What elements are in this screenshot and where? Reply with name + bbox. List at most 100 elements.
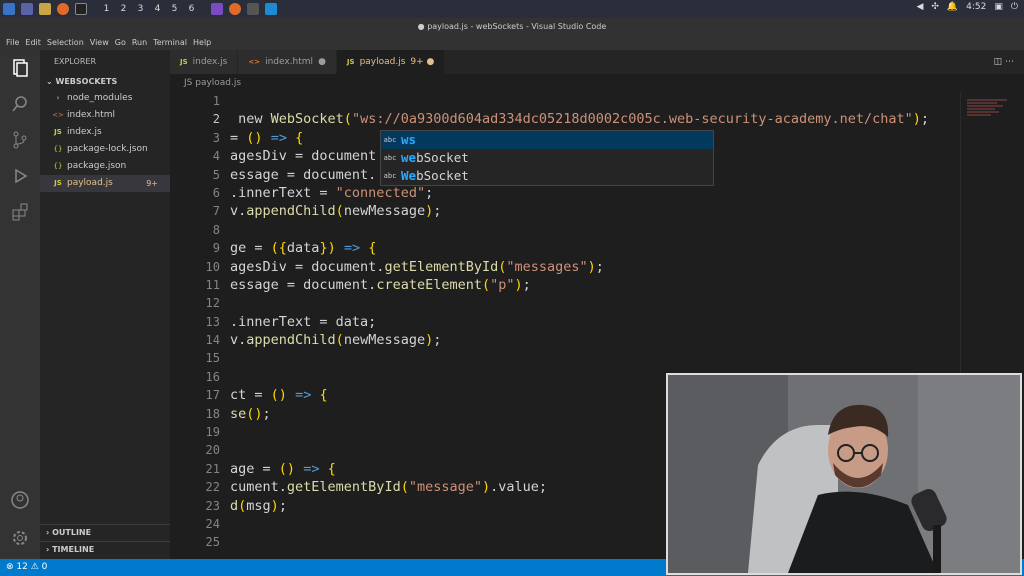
file-label: node_modules bbox=[67, 93, 133, 103]
code-line[interactable]: new WebSocket("ws://0a9300d604ad334dc052… bbox=[230, 110, 929, 128]
line-number: 1 bbox=[212, 94, 220, 108]
breadcrumb[interactable]: JS payload.js bbox=[170, 74, 241, 92]
file-payload-js[interactable]: JS payload.js 9+ bbox=[40, 175, 170, 192]
workspace-5[interactable]: 5 bbox=[166, 4, 183, 14]
file-index-js[interactable]: JS index.js bbox=[40, 124, 170, 141]
line-number: 3 bbox=[212, 130, 220, 145]
code-line[interactable]: ge = ({data}) => { bbox=[230, 239, 929, 257]
timeline-section[interactable]: › TIMELINE bbox=[40, 541, 170, 557]
text-kind-icon: abc bbox=[383, 136, 397, 144]
source-control-icon[interactable] bbox=[10, 130, 30, 150]
chevron-right-icon: › bbox=[56, 94, 60, 102]
tab-status[interactable]: 9+ ● bbox=[410, 50, 434, 74]
code-line[interactable] bbox=[230, 349, 929, 367]
firefox-icon[interactable] bbox=[57, 3, 69, 15]
search-icon[interactable] bbox=[10, 94, 30, 114]
window-title: ● payload.js - webSockets - Visual Studi… bbox=[0, 18, 1024, 36]
outline-section[interactable]: › OUTLINE bbox=[40, 524, 170, 540]
code-line[interactable]: .innerText = data; bbox=[230, 313, 929, 331]
tab-payload-js[interactable]: JS payload.js 9+ ● bbox=[336, 50, 446, 74]
line-number: 19 bbox=[205, 425, 220, 440]
line-number: 13 bbox=[205, 314, 220, 329]
code-line[interactable]: v.appendChild(newMessage); bbox=[230, 331, 929, 349]
run-debug-icon[interactable] bbox=[10, 166, 30, 186]
tab-index-js[interactable]: JS index.js bbox=[170, 50, 239, 74]
suggestion-rest: bSocket bbox=[416, 150, 469, 165]
code-line[interactable]: .innerText = "connected"; bbox=[230, 184, 929, 202]
workspace-4[interactable]: 4 bbox=[149, 4, 166, 14]
workspace-6[interactable]: 6 bbox=[183, 4, 200, 14]
suggestion-item[interactable]: abc ws bbox=[381, 131, 713, 149]
menu-bar: File Edit Selection View Go Run Terminal… bbox=[0, 36, 1024, 50]
workspace-2[interactable]: 2 bbox=[115, 4, 132, 14]
minimap-line bbox=[967, 102, 997, 104]
suggestion-match: ws bbox=[401, 132, 417, 147]
project-folder[interactable]: ⌄ WEBSOCKETS bbox=[40, 74, 170, 90]
menu-edit[interactable]: Edit bbox=[25, 36, 41, 50]
folder-icon[interactable] bbox=[39, 3, 51, 15]
menu-view[interactable]: View bbox=[90, 36, 109, 50]
code-line[interactable]: agesDiv = document.getElementById("messa… bbox=[230, 258, 929, 276]
volume-icon[interactable]: ◀ bbox=[916, 2, 923, 12]
line-number: 11 bbox=[205, 277, 220, 292]
workspace-1[interactable]: 1 bbox=[98, 4, 115, 14]
timeline-label: TIMELINE bbox=[52, 545, 95, 554]
code-line[interactable]: essage = document.createElement("p"); bbox=[230, 276, 929, 294]
file-label: package-lock.json bbox=[67, 144, 148, 154]
file-package-lock-json[interactable]: {} package-lock.json bbox=[40, 141, 170, 158]
js-file-icon: JS bbox=[54, 179, 62, 187]
window-icon[interactable] bbox=[247, 3, 259, 15]
menu-help[interactable]: Help bbox=[193, 36, 211, 50]
line-number: 18 bbox=[205, 406, 220, 421]
file-label: index.html bbox=[67, 110, 115, 120]
power-icon[interactable]: ⏻ bbox=[1011, 2, 1018, 12]
notification-icon[interactable]: 🔔 bbox=[947, 2, 958, 12]
app-menu-icon[interactable] bbox=[3, 3, 15, 15]
suggestion-item[interactable]: abc we bSocket bbox=[381, 149, 713, 167]
network-icon[interactable]: ✣ bbox=[931, 2, 939, 12]
code-line[interactable] bbox=[230, 221, 929, 239]
editor-tabs: JS index.js <> index.html ● JS payload.js 9+ … bbox=[170, 50, 1024, 74]
minimap-line bbox=[967, 99, 1007, 101]
json-file-icon: {} bbox=[53, 162, 63, 170]
lock-icon[interactable]: ▣ bbox=[994, 2, 1003, 12]
settings-gear-icon[interactable] bbox=[10, 528, 30, 548]
extensions-icon[interactable] bbox=[10, 202, 30, 222]
tab-label: index.js bbox=[192, 57, 228, 67]
code-line[interactable]: v.appendChild(newMessage); bbox=[230, 202, 929, 220]
menu-go[interactable]: Go bbox=[115, 36, 126, 50]
vscode-icon[interactable] bbox=[265, 3, 277, 15]
file-manager-icon[interactable] bbox=[21, 3, 33, 15]
line-number: 17 bbox=[205, 388, 220, 403]
line-number: 20 bbox=[205, 443, 220, 458]
file-label: payload.js bbox=[67, 178, 113, 188]
terminal-icon[interactable] bbox=[75, 3, 87, 15]
suggestion-item[interactable]: abc We bSocket bbox=[381, 167, 713, 185]
menu-terminal[interactable]: Terminal bbox=[153, 36, 187, 50]
unsaved-dot-icon[interactable]: ● bbox=[318, 50, 326, 74]
line-number: 16 bbox=[205, 369, 220, 384]
line-number: 21 bbox=[205, 461, 220, 476]
line-number: 9 bbox=[212, 241, 220, 256]
split-editor-icon[interactable]: ◫ ⋯ bbox=[984, 50, 1024, 74]
code-line[interactable] bbox=[230, 92, 929, 110]
autocomplete-suggestions[interactable]: abc ws abc we bSocket abc We bSocket bbox=[380, 130, 714, 186]
menu-run[interactable]: Run bbox=[132, 36, 147, 50]
menu-selection[interactable]: Selection bbox=[47, 36, 84, 50]
workspace-3[interactable]: 3 bbox=[132, 4, 149, 14]
firefox-window-icon[interactable] bbox=[229, 3, 241, 15]
problems-indicator[interactable]: ⊗ 12 ⚠ 0 bbox=[6, 562, 47, 572]
explorer-icon[interactable] bbox=[10, 58, 30, 78]
burp-icon[interactable] bbox=[211, 3, 223, 15]
line-number: 7 bbox=[212, 204, 220, 219]
file-node-modules[interactable]: › node_modules bbox=[40, 90, 170, 107]
file-package-json[interactable]: {} package.json bbox=[40, 158, 170, 175]
tab-label: index.html bbox=[265, 57, 314, 67]
js-file-icon: JS bbox=[180, 58, 188, 66]
tab-index-html[interactable]: <> index.html ● bbox=[238, 50, 337, 74]
account-icon[interactable] bbox=[10, 490, 30, 510]
file-index-html[interactable]: <> index.html bbox=[40, 107, 170, 124]
menu-file[interactable]: File bbox=[6, 36, 19, 50]
code-line[interactable] bbox=[230, 294, 929, 312]
line-number: 5 bbox=[212, 167, 220, 182]
